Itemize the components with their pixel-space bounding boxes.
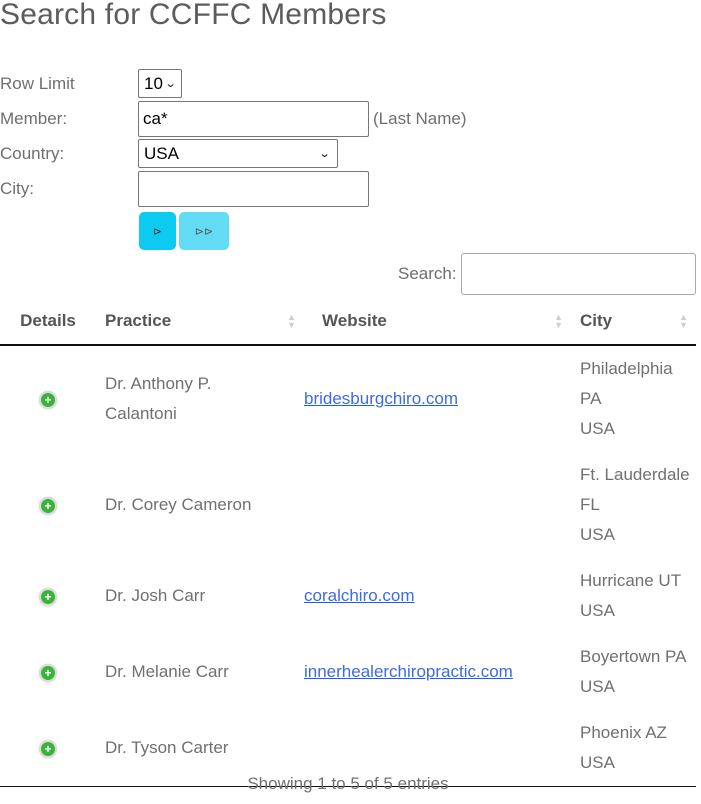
practice-name-line: Dr. Anthony P. — [105, 374, 212, 393]
column-header-practice[interactable]: Practice ▲ ▼ — [96, 298, 304, 346]
table-row: + Dr. Melanie Carr innerhealerchiropractic… — [0, 634, 696, 710]
column-header-website[interactable]: Website ▲ ▼ — [304, 298, 571, 346]
practice-name-line: Calantoni — [105, 404, 177, 423]
city-cell: Hurricane UT USA — [571, 558, 696, 634]
website-cell: innerhealerchiropractic.com — [304, 634, 571, 710]
city-line: FL — [580, 495, 600, 514]
city-line: Boyertown PA — [580, 647, 687, 666]
plus-circle-icon[interactable]: + — [39, 496, 57, 515]
details-cell: + — [0, 634, 96, 710]
sort-icon[interactable]: ▲ ▼ — [554, 313, 563, 330]
country-label: Country: — [0, 144, 65, 163]
table-row: + Dr. Anthony P. Calantoni bridesburgchiro.… — [0, 345, 696, 452]
city-cell: Philadelphia PA USA — [571, 345, 696, 452]
table-row: + Dr. Corey Cameron Ft. Lauderdale FL USA — [0, 452, 696, 558]
details-cell: + — [0, 345, 96, 452]
page-title: Search for CCFFC Members — [0, 0, 387, 31]
column-header-city[interactable]: City ▲ ▼ — [571, 298, 696, 346]
table-search-label: Search: — [398, 264, 457, 283]
member-input[interactable] — [138, 101, 369, 137]
sort-icon[interactable]: ▲ ▼ — [287, 313, 296, 330]
table-search-input[interactable] — [461, 253, 696, 295]
country-value: USA — [144, 143, 179, 163]
play-icon: ⊳ — [152, 225, 163, 238]
fast-forward-icon: ⊳⊳ — [194, 225, 214, 238]
sort-icon[interactable]: ▲ ▼ — [679, 313, 688, 330]
chevron-down-icon: ⌄ — [164, 78, 177, 90]
city-line: USA — [580, 525, 615, 544]
practice-name-line: Dr. Tyson Carter — [105, 738, 229, 757]
row-limit-select[interactable]: 10 ⌄ — [138, 69, 182, 98]
website-link[interactable]: coralchiro.com — [304, 586, 415, 605]
practice-name-line: Dr. Melanie Carr — [105, 662, 229, 681]
details-cell: + — [0, 452, 96, 558]
practice-cell: Dr. Anthony P. Calantoni — [96, 345, 304, 452]
member-hint: (Last Name) — [373, 109, 467, 128]
practice-cell: Dr. Corey Cameron — [96, 452, 304, 558]
city-line: Philadelphia PA — [580, 359, 673, 408]
city-cell: Ft. Lauderdale FL USA — [571, 452, 696, 558]
country-select[interactable]: USA ⌄ — [138, 139, 338, 168]
practice-cell: Dr. Melanie Carr — [96, 634, 304, 710]
go-button[interactable]: ⊳ — [139, 212, 176, 250]
city-label: City: — [0, 179, 34, 198]
website-cell: bridesburgchiro.com — [304, 345, 571, 452]
website-link[interactable]: bridesburgchiro.com — [304, 389, 458, 408]
website-cell — [304, 452, 571, 558]
row-limit-label: Row Limit — [0, 74, 75, 93]
members-table: Details Practice ▲ ▼ Website ▲ ▼ City ▲ ▼ + Dr.… — [0, 298, 696, 787]
table-row: + Dr. Josh Carr coralchiro.com Hurricane UT… — [0, 558, 696, 634]
city-line: Ft. Lauderdale — [580, 465, 690, 484]
city-input[interactable] — [138, 171, 369, 207]
city-line: USA — [580, 677, 615, 696]
table-info: Showing 1 to 5 of 5 entries — [247, 774, 449, 793]
plus-circle-icon[interactable]: + — [39, 739, 57, 758]
website-link[interactable]: innerhealerchiropractic.com — [304, 662, 513, 681]
chevron-down-icon: ⌄ — [318, 148, 331, 160]
table-header-row: Details Practice ▲ ▼ Website ▲ ▼ City ▲ ▼ — [0, 298, 696, 346]
city-line: USA — [580, 601, 615, 620]
details-cell: + — [0, 558, 96, 634]
city-line: USA — [580, 419, 615, 438]
row-limit-value: 10 — [144, 73, 163, 93]
plus-circle-icon[interactable]: + — [39, 587, 57, 606]
city-line: Phoenix AZ — [580, 723, 667, 742]
city-cell: Boyertown PA USA — [571, 634, 696, 710]
practice-cell: Dr. Josh Carr — [96, 558, 304, 634]
column-header-details: Details — [0, 298, 96, 346]
plus-circle-icon[interactable]: + — [39, 663, 57, 682]
go-all-button[interactable]: ⊳⊳ — [179, 212, 229, 250]
website-cell: coralchiro.com — [304, 558, 571, 634]
member-label: Member: — [0, 109, 68, 128]
practice-name-line: Dr. Corey Cameron — [105, 495, 252, 514]
city-line: Hurricane UT — [580, 571, 682, 590]
practice-name-line: Dr. Josh Carr — [105, 586, 206, 605]
plus-circle-icon[interactable]: + — [39, 390, 57, 409]
